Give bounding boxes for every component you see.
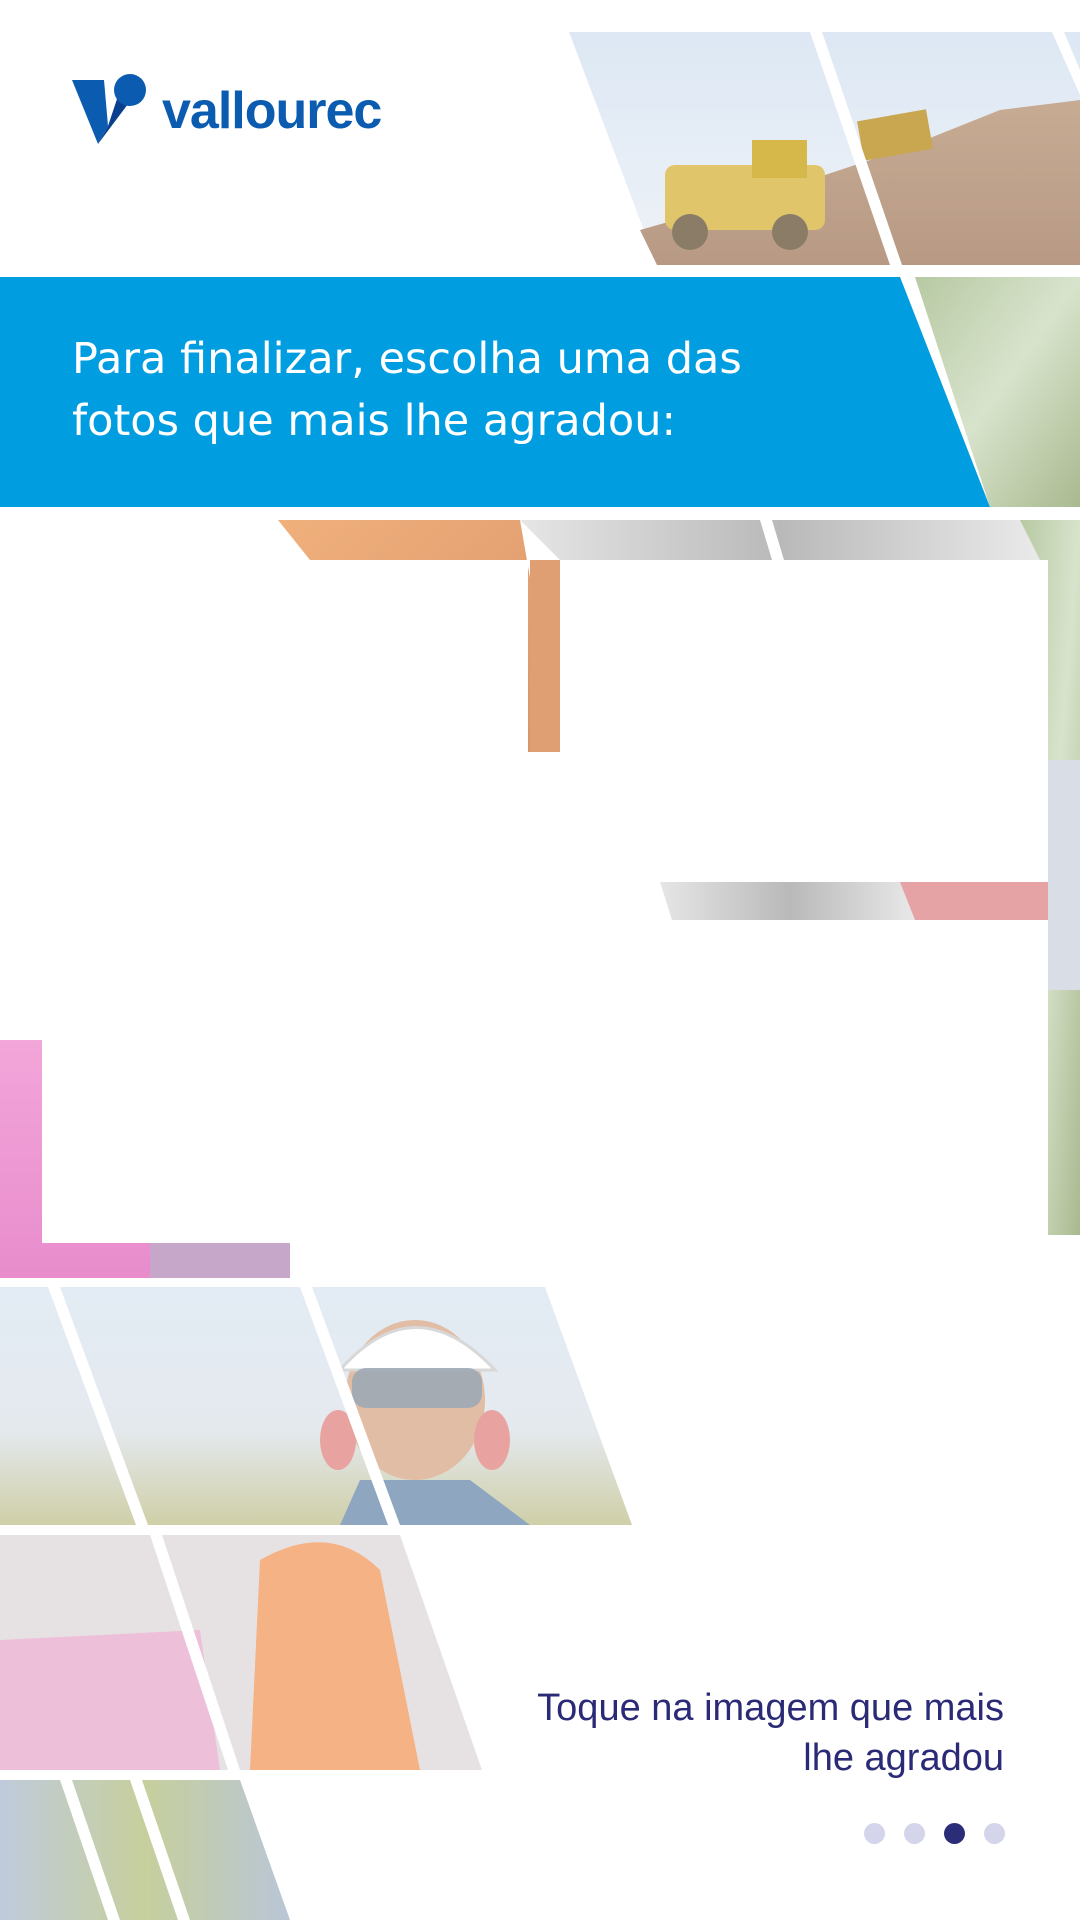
photo-worker-helmet[interactable]: [0, 1287, 632, 1525]
banner-title: Para finalizar, escolha uma das fotos qu…: [72, 334, 742, 446]
instruction-text: Toque na imagem que mais lhe agradou: [537, 1687, 1004, 1779]
photo-solar-panels[interactable]: [0, 1780, 290, 1920]
pagination-dot[interactable]: [904, 1823, 925, 1844]
pagination-dot[interactable]: [864, 1823, 885, 1844]
brand-name: vallourec: [162, 82, 382, 140]
photo-loader-quarry[interactable]: [569, 32, 1080, 265]
content-card-main-wide: [42, 920, 1048, 1243]
vallourec-logo-icon: [72, 74, 146, 144]
carousel-pagination: [864, 1823, 1005, 1844]
pagination-dot-active[interactable]: [944, 1823, 965, 1844]
content-card-left: [0, 560, 528, 752]
pagination-dot[interactable]: [984, 1823, 1005, 1844]
photo-worker-orange[interactable]: [0, 1535, 482, 1770]
brand-logo: vallourec: [72, 74, 382, 148]
